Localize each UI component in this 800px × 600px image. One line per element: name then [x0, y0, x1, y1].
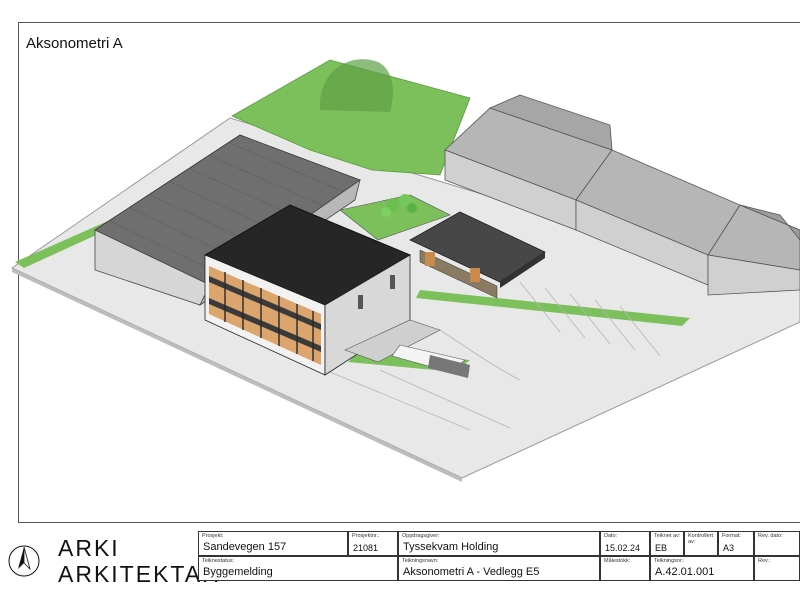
cell-kontrollert-av: Kontrollert av: [684, 531, 718, 556]
date-value: 15.02.24 [605, 543, 641, 553]
drawing-status: Byggemelding [203, 566, 273, 578]
cell-format: Format: A3 [718, 531, 754, 556]
axonometric-drawing [10, 59, 800, 482]
company-logo: ARKI ARKITEKTAR [8, 533, 219, 599]
cell-oppdragsgiver: Oppdragsgiver: Tyssekvam Holding [398, 531, 600, 556]
project-name: Sandevegen 157 [203, 541, 287, 553]
cell-rev: Rev.: [754, 556, 800, 581]
drawn-by: EB [655, 543, 668, 553]
cell-teikningsnr: Teikningsnr.: A.42.01.001 [650, 556, 754, 581]
cell-prosjektnr: Prosjektnr.: 21081 [348, 531, 398, 556]
drawing-name: Aksonometri A - Vedlegg E5 [403, 566, 540, 578]
project-number: 21081 [353, 543, 379, 553]
cell-prosjekt: Prosjekt: Sandevegen 157 [198, 531, 348, 556]
cell-malestokk: Målestokk: [600, 556, 650, 581]
drawing-sheet: Aksonometri A ARKI ARKITEKTAR Prosjekt: … [0, 0, 800, 600]
north-arrow-icon [8, 545, 40, 577]
client-name: Tyssekvam Holding [403, 541, 499, 553]
paper-format: A3 [723, 543, 735, 553]
cell-teikningsnavn: Teikningsnavn: Aksonometri A - Vedlegg E… [398, 556, 600, 581]
logo-line-2: ARKITEKTAR [58, 561, 221, 587]
cell-teiknet-av: Teiknet av: EB [650, 531, 684, 556]
cell-teiknestatus: Teiknestatus: Byggemelding [198, 556, 398, 581]
cell-dato: Dato: 15.02.24 [600, 531, 650, 556]
cell-rev-dato: Rev. dato: [754, 531, 800, 556]
drawing-number: A.42.01.001 [655, 566, 715, 578]
logo-line-1: ARKI [58, 535, 120, 561]
title-block: ARKI ARKITEKTAR Prosjekt: Sandevegen 157… [0, 527, 800, 600]
